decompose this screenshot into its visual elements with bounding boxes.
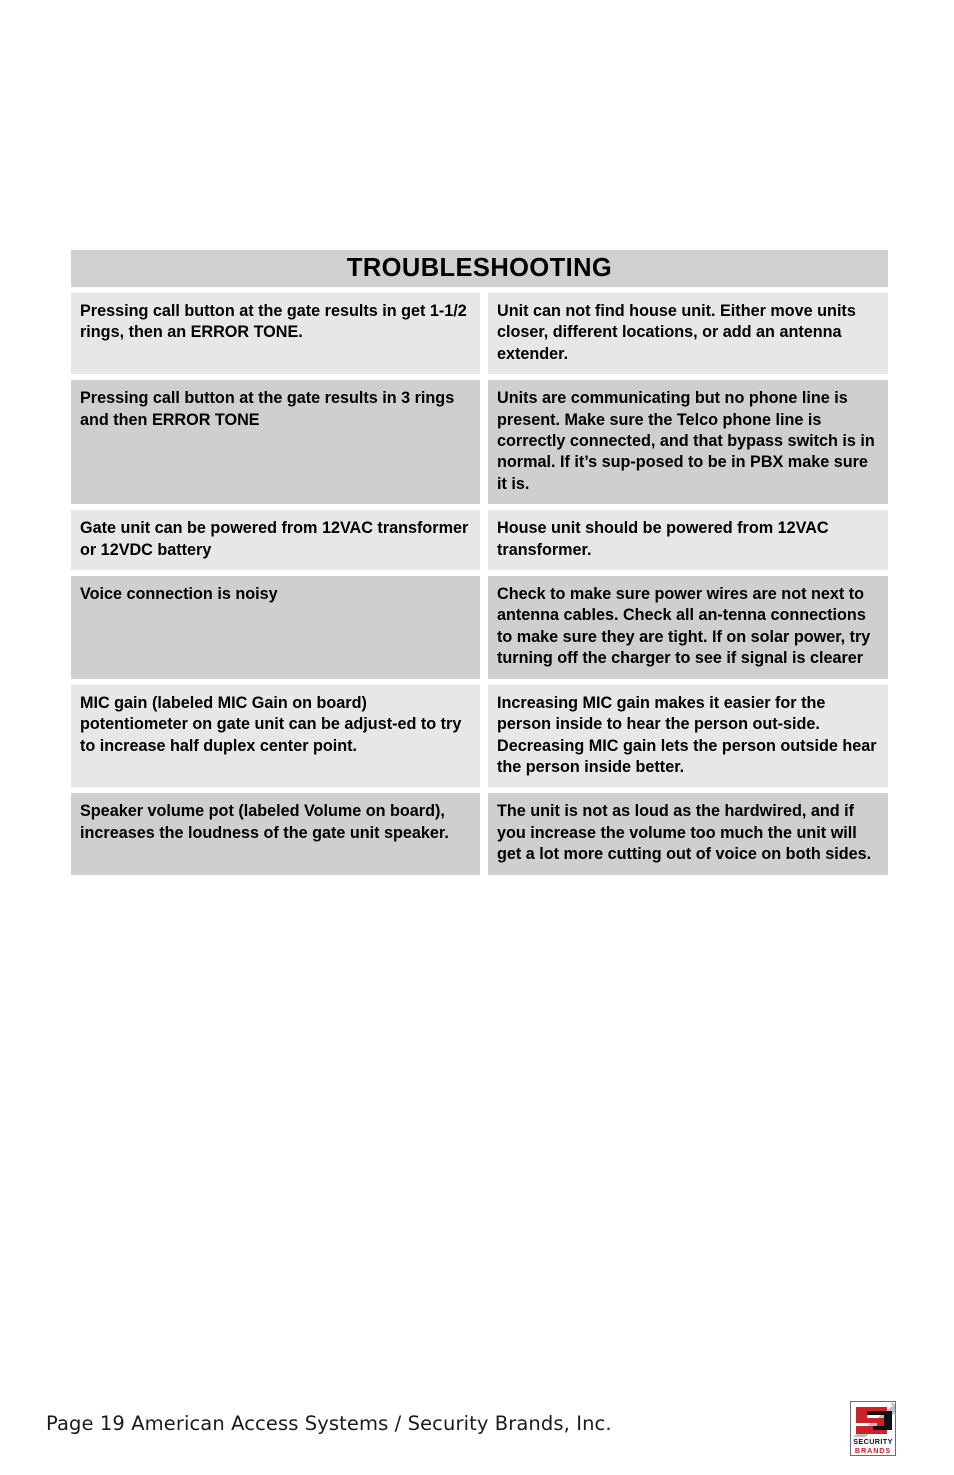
table-row: Pressing call button at the gate results… — [71, 293, 888, 375]
logo-word-brands: BRANDS — [854, 1445, 892, 1455]
footer-page-line: Page 19 American Access Systems / Securi… — [46, 1412, 612, 1435]
table-row: Gate unit can be powered from 12VAC tran… — [71, 510, 888, 571]
troubleshooting-table: TROUBLESHOOTING Pressing call button at … — [71, 250, 888, 875]
symptom-cell: Pressing call button at the gate results… — [71, 380, 480, 505]
table-body: Pressing call button at the gate results… — [71, 293, 888, 875]
solution-cell: Increasing MIC gain makes it easier for … — [488, 684, 888, 788]
security-brands-logo: ™ SECURITY BRANDS — [850, 1401, 896, 1456]
table-row: MIC gain (labeled MIC Gain on board) pot… — [71, 684, 888, 788]
solution-cell: The unit is not as loud as the hardwired… — [488, 793, 888, 875]
symptom-cell: Pressing call button at the gate results… — [71, 293, 480, 375]
table-row: Speaker volume pot (labeled Volume on bo… — [71, 793, 888, 875]
table-row: Voice connection is noisy Check to make s… — [71, 576, 888, 679]
symptom-cell: MIC gain (labeled MIC Gain on board) pot… — [71, 684, 480, 788]
solution-cell: Check to make sure power wires are not n… — [488, 576, 888, 679]
symptom-cell: Gate unit can be powered from 12VAC tran… — [71, 510, 480, 571]
symptom-cell: Voice connection is noisy — [71, 576, 480, 679]
security-brands-s-mark-icon — [853, 1404, 895, 1437]
page-canvas: TROUBLESHOOTING Pressing call button at … — [0, 0, 954, 1475]
solution-cell: Unit can not find house unit. Either mov… — [488, 293, 888, 375]
symptom-cell: Speaker volume pot (labeled Volume on bo… — [71, 793, 480, 875]
solution-cell: House unit should be powered from 12VAC … — [488, 510, 888, 571]
table-title: TROUBLESHOOTING — [71, 250, 888, 287]
table-row: Pressing call button at the gate results… — [71, 380, 888, 505]
solution-cell: Units are communicating but no phone lin… — [488, 380, 888, 505]
